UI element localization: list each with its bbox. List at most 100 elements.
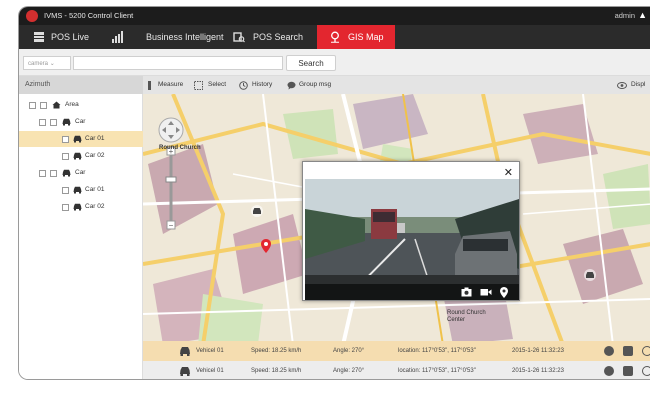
dashcam-frame bbox=[305, 179, 519, 300]
map-toolbar: Measure Select History Group msg Displ bbox=[143, 76, 650, 94]
car-icon bbox=[73, 203, 82, 211]
map-car-marker-icon[interactable] bbox=[584, 269, 596, 281]
close-icon[interactable]: ✕ bbox=[504, 166, 513, 179]
tree-item-car-group-2[interactable]: Car bbox=[19, 165, 143, 181]
car-icon bbox=[62, 118, 71, 126]
tree-label: Car bbox=[75, 118, 86, 125]
map-car-marker-icon[interactable] bbox=[251, 205, 263, 217]
tree-label: Car 02 bbox=[85, 203, 105, 210]
car-icon bbox=[62, 169, 71, 177]
user-name[interactable]: admin bbox=[615, 11, 635, 20]
clock-icon[interactable] bbox=[642, 366, 650, 376]
app-logo-icon bbox=[26, 10, 38, 22]
pos-search-icon bbox=[233, 32, 245, 43]
vehicle-row[interactable]: Vehicel 01 Speed: 18.25 km/h Angle: 270°… bbox=[143, 361, 650, 379]
expand-toggle[interactable] bbox=[39, 119, 46, 126]
car-icon bbox=[73, 135, 82, 143]
expand-toggle[interactable] bbox=[39, 170, 46, 177]
sidebar-header: Azimuth bbox=[19, 76, 143, 94]
tree-checkbox[interactable] bbox=[62, 136, 69, 143]
vehicle-location: location: 117°0'53", 117°0'53" bbox=[398, 368, 476, 374]
display-label: Displ bbox=[631, 81, 646, 88]
vehicle-time: 2015-1-26 11:32:23 bbox=[512, 348, 564, 354]
car-icon bbox=[73, 186, 82, 194]
main-nav: POS Live Business Intelligent POS Search… bbox=[19, 25, 650, 49]
tree-checkbox[interactable] bbox=[62, 204, 69, 211]
location-pin-icon[interactable] bbox=[261, 239, 271, 253]
tab-pos-search[interactable]: POS Search bbox=[231, 25, 317, 49]
expand-toggle[interactable] bbox=[29, 102, 36, 109]
globe-icon[interactable] bbox=[604, 366, 614, 376]
tree-item-car-02[interactable]: Car 02 bbox=[19, 148, 143, 164]
tab-label: Business Intelligent bbox=[146, 32, 224, 42]
record-video-icon[interactable] bbox=[480, 287, 492, 297]
svg-text:−: − bbox=[169, 221, 174, 230]
snapshot-icon[interactable] bbox=[461, 287, 472, 297]
vehicle-angle: Angle: 270° bbox=[333, 348, 365, 354]
eye-icon bbox=[617, 82, 627, 89]
vehicle-name: Vehicel 01 bbox=[196, 348, 224, 354]
title-bar: IVMS - 5200 Control Client admin ▲ bbox=[19, 7, 650, 25]
camera-select[interactable]: camera ⌄ bbox=[23, 56, 71, 70]
car-icon bbox=[180, 367, 190, 376]
tab-business-intelligent[interactable]: Business Intelligent bbox=[111, 25, 224, 49]
alert-icon[interactable]: ▲ bbox=[638, 10, 647, 20]
group-msg-label: Group msg bbox=[299, 81, 332, 88]
chevron-down-icon: ⌄ bbox=[49, 61, 55, 67]
clock-icon[interactable] bbox=[642, 346, 650, 356]
tab-pos-live[interactable]: POS Live bbox=[29, 25, 109, 49]
video-controls bbox=[305, 284, 519, 300]
tree-checkbox[interactable] bbox=[62, 153, 69, 160]
bar-chart-icon bbox=[112, 31, 123, 43]
measure-label: Measure bbox=[158, 81, 184, 88]
tree-item-car-01[interactable]: Car 01 bbox=[19, 131, 143, 147]
vehicle-angle: Angle: 270° bbox=[333, 368, 365, 374]
vehicle-row[interactable]: Vehicel 01 Speed: 18.25 km/h Angle: 270°… bbox=[143, 341, 650, 361]
car-icon bbox=[73, 152, 82, 160]
vehicle-time: 2015-1-26 11:32:23 bbox=[512, 368, 564, 374]
home-icon bbox=[52, 101, 61, 109]
tree-label: Area bbox=[65, 101, 79, 108]
tree-item-area[interactable]: Area bbox=[19, 97, 143, 113]
camera-icon[interactable] bbox=[623, 366, 633, 376]
tree-label: Car 02 bbox=[85, 152, 105, 159]
tree-label: Car bbox=[75, 169, 86, 176]
window-title: IVMS - 5200 Control Client bbox=[44, 11, 134, 20]
tab-label: GIS Map bbox=[348, 32, 384, 42]
vehicle-location: location: 117°0'53", 117°0'53" bbox=[398, 348, 476, 354]
tree-checkbox[interactable] bbox=[62, 187, 69, 194]
history-label: History bbox=[252, 81, 273, 88]
select-box-icon bbox=[194, 81, 203, 90]
video-popup[interactable]: ✕ bbox=[302, 161, 520, 301]
globe-icon[interactable] bbox=[604, 346, 614, 356]
location-pin-icon[interactable] bbox=[500, 287, 508, 298]
tree-item-car-group-1[interactable]: Car bbox=[19, 114, 143, 130]
camera-icon[interactable] bbox=[623, 346, 633, 356]
vehicle-speed: Speed: 18.25 km/h bbox=[251, 348, 302, 354]
app-window: IVMS - 5200 Control Client admin ▲ POS L… bbox=[18, 6, 650, 380]
search-input[interactable] bbox=[73, 56, 283, 70]
tab-label: POS Live bbox=[51, 32, 90, 42]
select-label: Select bbox=[208, 81, 227, 88]
clock-icon bbox=[239, 81, 248, 90]
map-label-church: Round Church bbox=[159, 145, 201, 151]
car-icon bbox=[180, 347, 190, 356]
map-pin-icon bbox=[331, 31, 339, 43]
device-tree: Area Car Car 01 Car 02 Car Car 01 Car 02 bbox=[19, 94, 143, 379]
ruler-icon bbox=[148, 81, 151, 90]
search-button[interactable]: Search bbox=[286, 55, 336, 71]
tree-label: Car 01 bbox=[85, 186, 105, 193]
live-video[interactable] bbox=[305, 179, 519, 300]
tree-checkbox[interactable] bbox=[50, 119, 57, 126]
map-label-church-center: Round Church Center bbox=[447, 310, 486, 323]
tab-gis-map[interactable]: GIS Map bbox=[317, 25, 395, 49]
chat-bubble-icon bbox=[287, 81, 296, 90]
tree-label: Car 01 bbox=[85, 135, 105, 142]
tree-item-car-02[interactable]: Car 02 bbox=[19, 199, 143, 215]
vehicle-list: Vehicel 01 Speed: 18.25 km/h Angle: 270°… bbox=[143, 341, 650, 379]
tree-item-car-01[interactable]: Car 01 bbox=[19, 182, 143, 198]
vehicle-name: Vehicel 01 bbox=[196, 368, 224, 374]
zoom-control[interactable]: + − bbox=[157, 117, 185, 242]
tree-checkbox[interactable] bbox=[40, 102, 47, 109]
tree-checkbox[interactable] bbox=[50, 170, 57, 177]
